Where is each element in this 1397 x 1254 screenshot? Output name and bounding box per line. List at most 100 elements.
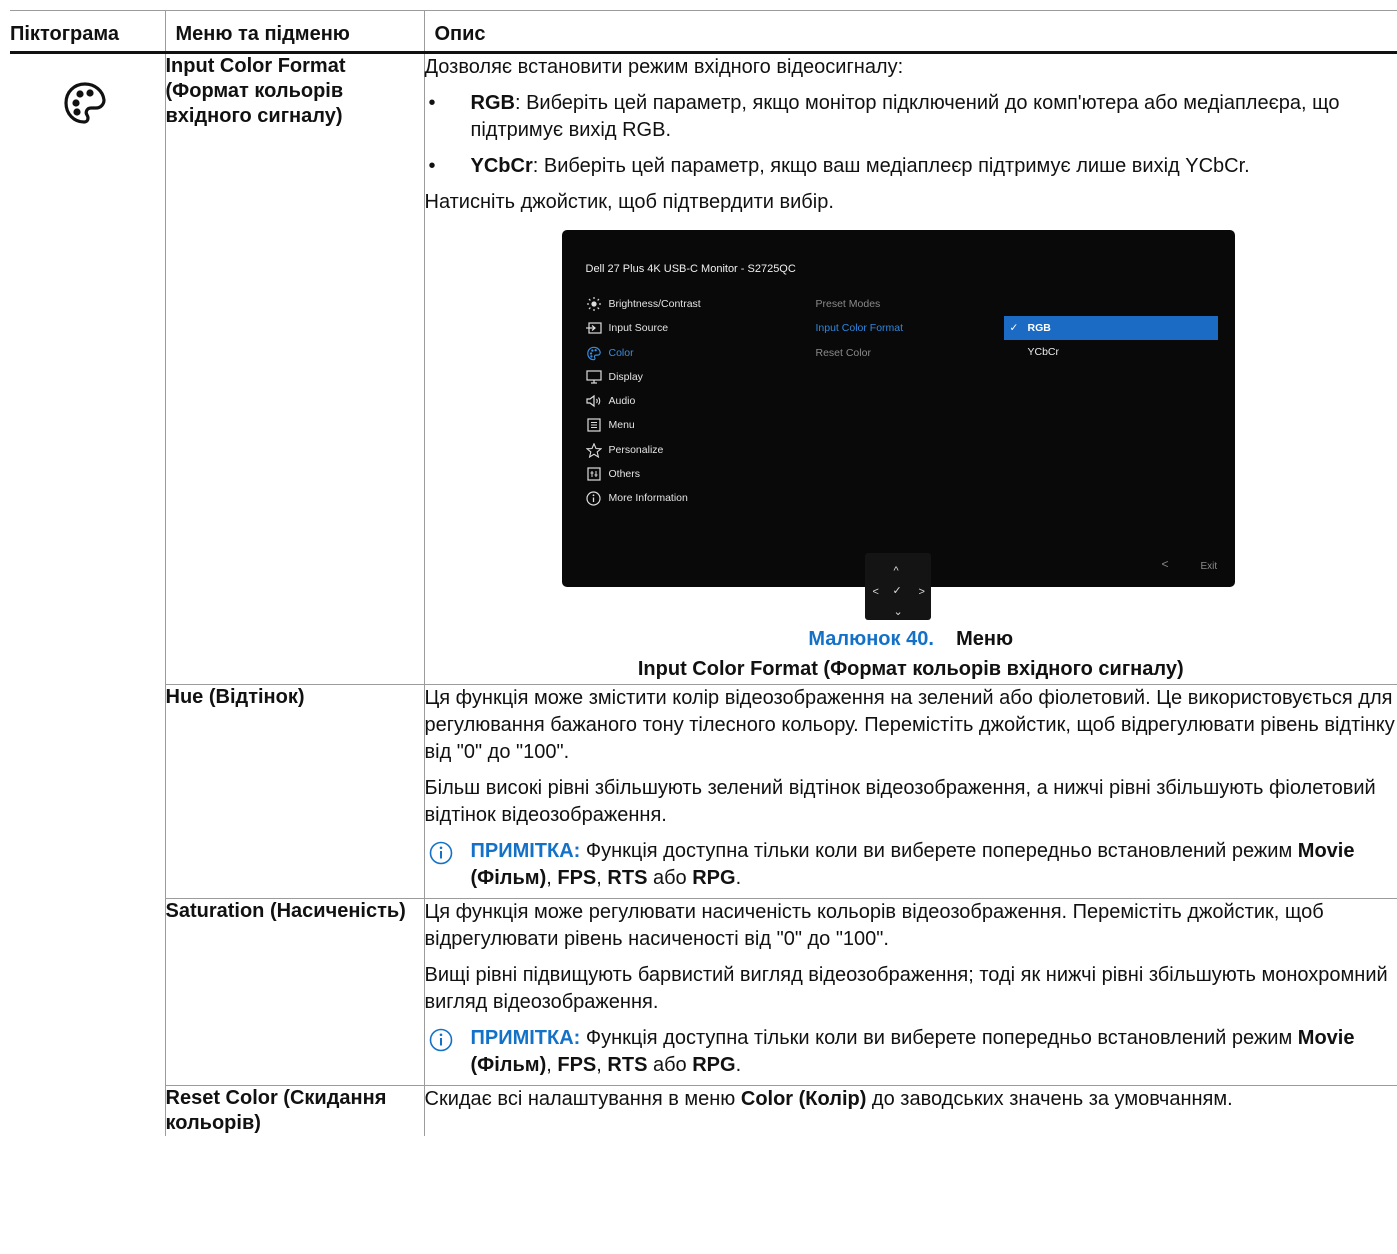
note-sep: ,: [546, 867, 558, 889]
note-text: Функція доступна тільки коли ви виберете…: [580, 1027, 1298, 1049]
others-icon: [586, 467, 601, 481]
osd-item-audio[interactable]: Audio: [585, 393, 701, 417]
icon-cell: [10, 52, 166, 1136]
osd-item-label: Brightness/Contrast: [608, 298, 701, 310]
osd-figure: Dell 27 Plus 4K USB-C Monitor - S2725QC …: [561, 230, 1247, 620]
osd-options: ✓ RGB YCbCr: [1003, 316, 1218, 364]
reset-text-post: до заводських значень за умовчанням.: [866, 1088, 1233, 1110]
osd-item-label: More Information: [608, 492, 688, 505]
osd-item-others[interactable]: Others: [586, 466, 701, 490]
osd-item-brightness[interactable]: Brightness/Contrast: [586, 296, 701, 320]
header-icon: Піктограма: [10, 10, 165, 54]
hue-note: ПРИМІТКА: Функція доступна тільки коли в…: [425, 838, 1397, 892]
osd-item-label: Menu: [608, 419, 635, 432]
note-rpg: RPG: [692, 867, 736, 889]
osd-item-personalize[interactable]: Personalize: [585, 442, 701, 466]
note-label: ПРИМІТКА:: [470, 840, 581, 862]
note-text: Функція доступна тільки коли ви виберете…: [580, 840, 1298, 862]
osd-option-label: RGB: [1027, 322, 1051, 334]
brightness-icon: [586, 297, 601, 311]
ycbcr-term: YCbCr: [470, 155, 533, 177]
osd-back-icon[interactable]: <: [1162, 551, 1169, 578]
joystick-guide: ^ < ✓ > ⌄: [864, 553, 931, 620]
check-icon: ✓: [1009, 322, 1019, 334]
note-fps: FPS: [557, 1054, 597, 1076]
display-icon: [585, 370, 602, 384]
header-menu: Меню та підменю: [164, 10, 424, 54]
menu-table: Піктограма Меню та підменю Опис Input Co…: [10, 10, 1397, 1136]
osd-item-color[interactable]: Color: [586, 345, 701, 369]
saturation-p1: Ця функція може регулювати насиченість к…: [424, 901, 1324, 950]
osd-item-more-information[interactable]: More Information: [585, 490, 701, 514]
ycbcr-bullet: YCbCr: Виберіть цей параметр, якщо ваш м…: [425, 153, 1397, 180]
osd-screen: Dell 27 Plus 4K USB-C Monitor - S2725QC …: [561, 230, 1235, 587]
osd-item-label: Audio: [608, 395, 636, 408]
note-rts: RTS: [607, 867, 648, 889]
color-palette-icon: [64, 82, 106, 124]
audio-icon: [585, 394, 600, 408]
reset-menu-bold: Color (Колір): [740, 1088, 867, 1110]
rgb-bullet: RGB: Виберіть цей параметр, якщо монітор…: [425, 90, 1397, 144]
note-sep: ,: [596, 867, 608, 889]
input-source-icon: [585, 322, 602, 334]
saturation-note: ПРИМІТКА: Функція доступна тільки коли в…: [425, 1025, 1397, 1079]
joystick-left-icon: <: [872, 586, 879, 598]
caption-line-1: Малюнок 40. Меню: [425, 624, 1397, 654]
osd-option-ycbcr[interactable]: YCbCr: [1004, 340, 1218, 364]
icf-intro: Дозволяє встановити режим вхідного відео…: [424, 56, 904, 78]
menu-icon: [586, 418, 601, 433]
osd-option-label: YCbCr: [1027, 346, 1060, 358]
input-color-format-desc: Дозволяє встановити режим вхідного відео…: [423, 52, 1397, 685]
osd-item-display[interactable]: Display: [585, 369, 701, 393]
reset-color-name: Reset Color (Скидання кольорів): [165, 1085, 424, 1136]
hue-desc: Ця функція може змістити колір відеозобр…: [423, 684, 1397, 899]
header-desc: Опис: [423, 10, 1397, 54]
color-palette-icon: [586, 346, 601, 360]
note-fps: FPS: [557, 867, 597, 889]
osd-item-label: Personalize: [608, 443, 664, 456]
note-sep: ,: [546, 1054, 558, 1076]
rgb-text: : Виберіть цей параметр, якщо монітор пі…: [470, 92, 1340, 141]
osd-item-menu[interactable]: Menu: [586, 417, 701, 441]
table-row: Reset Color (Скидання кольорів) Скидає в…: [10, 1085, 1397, 1136]
icf-confirm: Натисніть джойстик, щоб підтвердити вибі…: [424, 191, 834, 213]
info-icon: [429, 1028, 452, 1052]
note-or: або: [647, 1054, 693, 1076]
table-header-row: Піктограма Меню та підменю Опис: [10, 10, 1397, 54]
star-icon: [585, 442, 602, 458]
hue-name: Hue (Відтінок): [165, 684, 424, 899]
osd-submenu: Preset Modes Input Color Format Reset Co…: [816, 296, 904, 369]
osd-item-label: Input Source: [608, 322, 669, 335]
note-label: ПРИМІТКА:: [470, 1027, 581, 1049]
hue-p1: Ця функція може змістити колір відеозобр…: [424, 687, 1395, 763]
joystick-right-icon: >: [918, 586, 925, 598]
osd-item-input-source[interactable]: Input Source: [585, 320, 701, 344]
osd-item-label: Color: [608, 346, 634, 359]
joystick-down-icon: ⌄: [893, 606, 903, 618]
osd-item-label: Display: [608, 370, 643, 383]
figure-number: Малюнок 40.: [808, 628, 934, 650]
rgb-term: RGB: [470, 92, 515, 114]
info-icon: [429, 841, 452, 865]
osd-sub-input-color-format[interactable]: Input Color Format: [816, 320, 904, 344]
table-row: Hue (Відтінок) Ця функція може змістити …: [10, 684, 1397, 899]
saturation-desc: Ця функція може регулювати насиченість к…: [423, 898, 1397, 1086]
osd-sub-reset-color[interactable]: Reset Color: [816, 345, 904, 369]
osd-title: Dell 27 Plus 4K USB-C Monitor - S2725QC: [585, 263, 796, 275]
figure-caption: Малюнок 40. Меню Input Color Format (Фор…: [425, 624, 1397, 684]
hue-p2: Більш високі рівні збільшують зелений ві…: [424, 777, 1376, 826]
info-icon: [585, 491, 601, 506]
input-color-format-name: Input Color Format (Формат кольорів вхід…: [164, 52, 424, 685]
reset-color-desc: Скидає всі налаштування в меню Color (Ко…: [423, 1085, 1397, 1136]
table-row: Saturation (Насиченість) Ця функція може…: [10, 898, 1397, 1086]
reset-text-pre: Скидає всі налаштування в меню: [424, 1088, 741, 1110]
osd-option-rgb[interactable]: ✓ RGB: [1003, 316, 1218, 340]
note-rpg: RPG: [692, 1054, 736, 1076]
ycbcr-text: : Виберіть цей параметр, якщо ваш медіап…: [532, 155, 1250, 177]
saturation-name: Saturation (Насиченість): [165, 898, 424, 1086]
osd-sub-preset-modes[interactable]: Preset Modes: [816, 296, 904, 320]
osd-main-menu: Brightness/Contrast Input Source Color D…: [585, 296, 701, 515]
osd-item-label: Others: [608, 468, 641, 481]
note-rts: RTS: [607, 1054, 648, 1076]
osd-exit-button[interactable]: Exit: [1201, 553, 1218, 580]
